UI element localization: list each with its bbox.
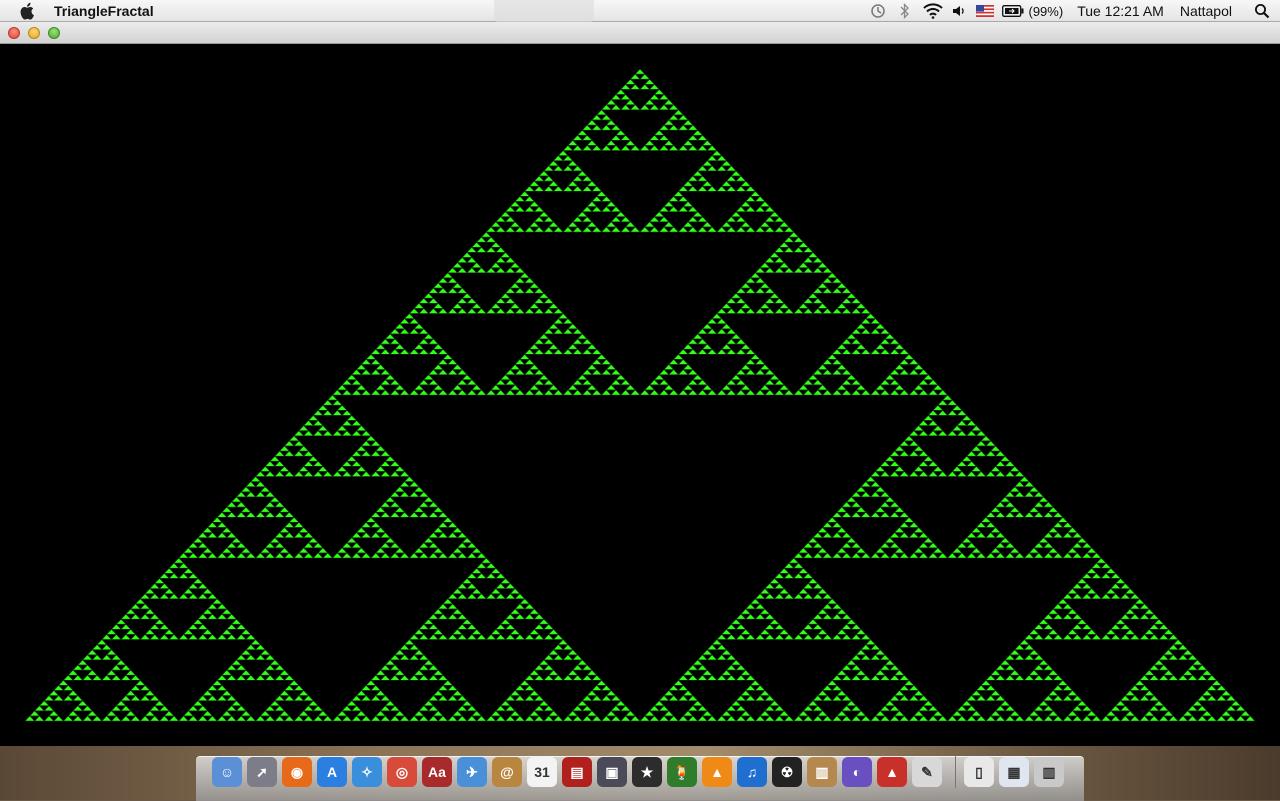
eclipse-glyph: ◐ (852, 764, 862, 780)
preview-glyph: ✎ (921, 763, 933, 780)
app-store-icon[interactable]: A (317, 757, 347, 787)
battery-icon[interactable] (999, 0, 1027, 22)
calendar-icon[interactable]: 31 (527, 757, 557, 787)
menu-bar: TriangleFractal (99%) Tue 12:21 AM Natta… (0, 0, 1280, 22)
time-machine-icon[interactable] (865, 0, 891, 22)
fractal-triangles (24, 68, 1256, 722)
window-close-button[interactable] (8, 27, 20, 39)
chrome-glyph: ◎ (395, 763, 409, 780)
bluetooth-icon[interactable] (891, 0, 919, 22)
photo-booth-icon[interactable]: ▤ (562, 757, 592, 787)
battery-percent: (99%) (1028, 3, 1064, 19)
cocktail-glyph: 🍹 (673, 763, 691, 780)
menu-clock[interactable]: Tue 12:21 AM (1073, 0, 1176, 22)
nuclear-app-glyph: ☢ (780, 763, 794, 780)
mail-glyph: ✈ (466, 763, 478, 780)
dock-separator (955, 756, 956, 788)
itunes-icon[interactable]: ♫ (737, 757, 767, 787)
user-menu[interactable]: Nattapol (1176, 0, 1244, 22)
documents-stack-glyph: ▯ (975, 763, 983, 780)
preview-icon[interactable]: ✎ (912, 757, 942, 787)
iphoto-icon[interactable]: ▣ (597, 757, 627, 787)
eclipse-icon[interactable]: ◐ (842, 757, 872, 787)
iphoto-glyph: ▣ (605, 763, 619, 780)
window-minimize-button[interactable] (28, 27, 40, 39)
window-title-bar[interactable] (0, 22, 1280, 44)
app-window (0, 22, 1280, 746)
photo-booth-glyph: ▤ (570, 763, 584, 780)
trash-icon[interactable]: ▥ (1034, 757, 1064, 787)
address-book-icon[interactable]: @ (492, 757, 522, 787)
santa-app-glyph: ▲ (885, 764, 899, 780)
app-name-menu[interactable]: TriangleFractal (54, 3, 154, 19)
archive-icon[interactable]: ▥ (807, 757, 837, 787)
itunes-glyph: ♫ (746, 764, 758, 780)
launchpad-icon[interactable]: ➚ (247, 757, 277, 787)
finder-glyph: ☺ (219, 764, 235, 780)
chrome-icon[interactable]: ◎ (387, 757, 417, 787)
vlc-glyph: ▲ (710, 764, 724, 780)
sierpinski-triangle (24, 68, 1256, 722)
cocktail-icon[interactable]: 🍹 (667, 757, 697, 787)
dictionary-glyph: Aa (428, 764, 446, 780)
safari-icon[interactable]: ✧ (352, 757, 382, 787)
dock-icons: ☺ ➚ ◉ A ✧ ◎ Aa ✈ @31 ▤ ▣ ★ 🍹 ▲ ♫ ☢ ▥ ◐ ▲ ✎ ▯ ▦ ▥ (212, 752, 1069, 792)
app-store-glyph: A (326, 764, 338, 780)
firefox-icon[interactable]: ◉ (282, 757, 312, 787)
mail-icon[interactable]: ✈ (457, 757, 487, 787)
safari-glyph: ✧ (361, 763, 373, 780)
volume-icon[interactable] (947, 0, 971, 22)
calendar-glyph: 31 (534, 764, 550, 780)
dictionary-icon[interactable]: Aa (422, 757, 452, 787)
wifi-icon[interactable] (919, 0, 947, 22)
us-flag-input-icon[interactable] (971, 0, 999, 22)
downloads-stack-glyph: ▦ (1007, 763, 1021, 780)
spotlight-search-icon[interactable] (1244, 0, 1280, 22)
firefox-glyph: ◉ (290, 763, 304, 780)
downloads-stack-icon[interactable]: ▦ (999, 757, 1029, 787)
fractal-canvas (0, 44, 1280, 746)
window-zoom-button[interactable] (48, 27, 60, 39)
apple-menu-icon[interactable] (18, 1, 38, 21)
nuclear-app-icon[interactable]: ☢ (772, 757, 802, 787)
trash-glyph: ▥ (1042, 763, 1056, 780)
documents-stack-icon[interactable]: ▯ (964, 757, 994, 787)
imovie-icon[interactable]: ★ (632, 757, 662, 787)
vlc-icon[interactable]: ▲ (702, 757, 732, 787)
launchpad-glyph: ➚ (256, 763, 268, 780)
imovie-glyph: ★ (640, 763, 654, 780)
address-book-glyph: @ (500, 764, 514, 780)
archive-glyph: ▥ (815, 763, 829, 780)
finder-icon[interactable]: ☺ (212, 757, 242, 787)
menu-highlight-ghost (494, 0, 594, 22)
santa-app-icon[interactable]: ▲ (877, 757, 907, 787)
